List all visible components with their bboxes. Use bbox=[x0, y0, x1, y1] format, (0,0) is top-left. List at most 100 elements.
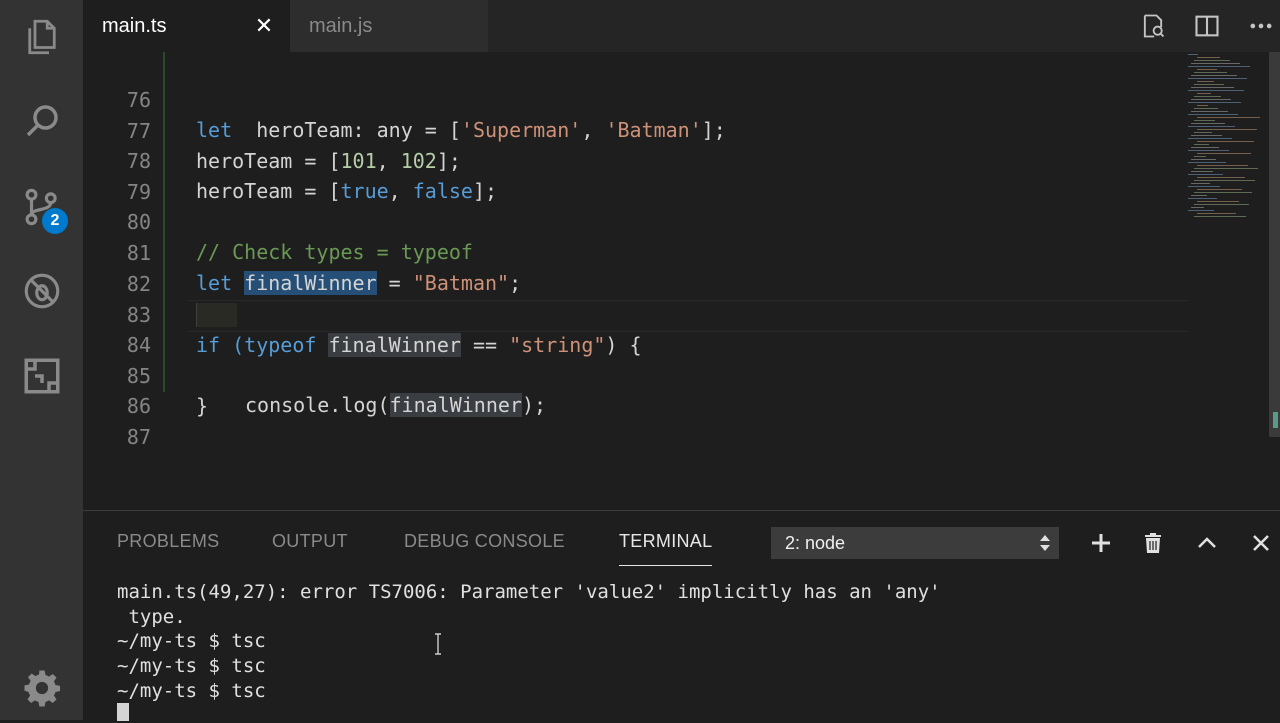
tab-label: main.js bbox=[309, 14, 373, 37]
source-control-button[interactable]: 2 bbox=[0, 172, 83, 242]
code-line: 87 bbox=[83, 392, 1188, 449]
minimap-line bbox=[1197, 213, 1236, 214]
debug-icon bbox=[24, 273, 59, 309]
code-line: 82 bbox=[83, 239, 1188, 296]
more-icon bbox=[1250, 23, 1272, 29]
close-panel-button[interactable] bbox=[1245, 527, 1277, 559]
minimap-line bbox=[1194, 156, 1206, 157]
tab-main-ts[interactable]: main.ts ✕ bbox=[83, 0, 290, 52]
files-icon bbox=[27, 19, 56, 55]
extensions-button[interactable] bbox=[0, 341, 83, 411]
minimap-line bbox=[1194, 144, 1209, 145]
minimap-line bbox=[1191, 99, 1231, 100]
tab-terminal[interactable]: TERMINAL bbox=[619, 531, 713, 566]
minimap-line bbox=[1188, 66, 1250, 67]
terminal-cursor bbox=[117, 703, 129, 721]
terminal-output-line: type. bbox=[117, 606, 186, 628]
editor-scrollbar[interactable] bbox=[1269, 52, 1280, 437]
code-line: 83 if (typeof finalWinner == "string") { bbox=[83, 270, 1188, 357]
minimap-line bbox=[1191, 195, 1207, 196]
scrollbar-marker bbox=[1273, 412, 1278, 428]
minimap-line bbox=[1194, 132, 1212, 133]
minimap-line bbox=[1191, 171, 1213, 172]
chevron-up-icon bbox=[1198, 537, 1216, 548]
minimap-line bbox=[1188, 90, 1244, 91]
search-button[interactable] bbox=[0, 86, 83, 156]
kill-terminal-button[interactable] bbox=[1137, 527, 1169, 559]
minimap-line bbox=[1188, 78, 1247, 79]
minimap-line bbox=[1191, 207, 1204, 208]
minimap-line bbox=[1194, 60, 1230, 61]
minimap-line bbox=[1194, 168, 1258, 169]
settings-button[interactable] bbox=[0, 653, 83, 723]
minimap-line bbox=[1194, 72, 1227, 73]
maximize-panel-button[interactable] bbox=[1191, 527, 1223, 559]
minimap-line bbox=[1191, 63, 1240, 64]
source-control-badge: 2 bbox=[42, 208, 68, 234]
line-number: 87 bbox=[126, 425, 151, 449]
minimap-line bbox=[1197, 153, 1251, 154]
minimap-line bbox=[1188, 198, 1217, 199]
minimap-line bbox=[1197, 81, 1214, 82]
minimap-line bbox=[1188, 150, 1229, 151]
terminal-select[interactable]: 2: node bbox=[771, 527, 1059, 559]
minimap-line bbox=[1188, 210, 1214, 211]
code-line: 85 } bbox=[83, 331, 1188, 418]
code-line: 84 console.log(finalWinner); bbox=[83, 300, 1188, 417]
trash-icon bbox=[1145, 533, 1161, 553]
minimap-line bbox=[1197, 69, 1217, 70]
tab-debug-console[interactable]: DEBUG CONSOLE bbox=[404, 531, 565, 555]
minimap-line bbox=[1191, 183, 1210, 184]
tab-label: main.ts bbox=[102, 14, 167, 37]
minimap-line bbox=[1194, 180, 1255, 181]
split-editor-icon bbox=[1195, 15, 1219, 37]
debug-button[interactable] bbox=[0, 256, 83, 326]
minimap-line bbox=[1188, 186, 1220, 187]
tab-problems[interactable]: PROBLEMS bbox=[117, 531, 219, 555]
more-actions-button[interactable] bbox=[1245, 10, 1277, 42]
minimap-line bbox=[1197, 189, 1242, 190]
minimap-line bbox=[1188, 54, 1198, 55]
split-editor-button[interactable] bbox=[1191, 10, 1223, 42]
minimap-line bbox=[1191, 159, 1216, 160]
minimap-line bbox=[1194, 96, 1221, 97]
minimap-line bbox=[1191, 135, 1222, 136]
close-icon[interactable]: ✕ bbox=[251, 13, 277, 39]
minimap-line bbox=[1194, 108, 1218, 109]
minimap-line bbox=[1197, 177, 1245, 178]
activity-bar: 2 bbox=[0, 0, 83, 720]
code-line: 78 heroTeam = [true, false]; bbox=[83, 116, 1188, 203]
new-terminal-button[interactable] bbox=[1085, 527, 1117, 559]
minimap-line bbox=[1194, 216, 1246, 217]
bottom-panel: PROBLEMS OUTPUT DEBUG CONSOLE TERMINAL 2… bbox=[83, 510, 1280, 721]
terminal-output-line: main.ts(49,27): error TS7006: Parameter … bbox=[117, 581, 941, 603]
open-changes-button[interactable] bbox=[1137, 10, 1169, 42]
indent-guide bbox=[196, 303, 237, 327]
terminal-output-line: ~/my-ts $ tsc bbox=[117, 680, 266, 702]
settings-gear-icon bbox=[24, 670, 60, 707]
tab-main-js[interactable]: main.js bbox=[290, 0, 488, 52]
open-changes-icon bbox=[1143, 14, 1165, 38]
explorer-button[interactable] bbox=[0, 2, 83, 72]
git-gutter-indicator bbox=[163, 52, 165, 392]
editor-tab-bar: main.ts ✕ main.js bbox=[83, 0, 1280, 52]
minimap-line bbox=[1197, 105, 1208, 106]
minimap-line bbox=[1191, 147, 1219, 148]
minimap-line bbox=[1191, 111, 1228, 112]
minimap-line bbox=[1188, 162, 1226, 163]
minimap-line bbox=[1197, 129, 1257, 130]
terminal-output-line: ~/my-ts $ tsc bbox=[117, 655, 266, 677]
minimap-line bbox=[1194, 120, 1215, 121]
minimap-line bbox=[1197, 117, 1260, 118]
minimap-line bbox=[1197, 141, 1254, 142]
minimap-line bbox=[1197, 93, 1211, 94]
tab-output[interactable]: OUTPUT bbox=[272, 531, 348, 555]
search-icon bbox=[26, 105, 58, 137]
code-line: 86 bbox=[83, 361, 1188, 418]
minimap-line bbox=[1194, 192, 1252, 193]
minimap-line bbox=[1188, 138, 1232, 139]
code-line: 76 let heroTeam: any = ['Superman', 'Bat… bbox=[83, 55, 1188, 142]
code-editor[interactable]: 76 let heroTeam: any = ['Superman', 'Bat… bbox=[83, 52, 1280, 510]
minimap[interactable] bbox=[1188, 52, 1268, 252]
minimap-line bbox=[1191, 87, 1234, 88]
